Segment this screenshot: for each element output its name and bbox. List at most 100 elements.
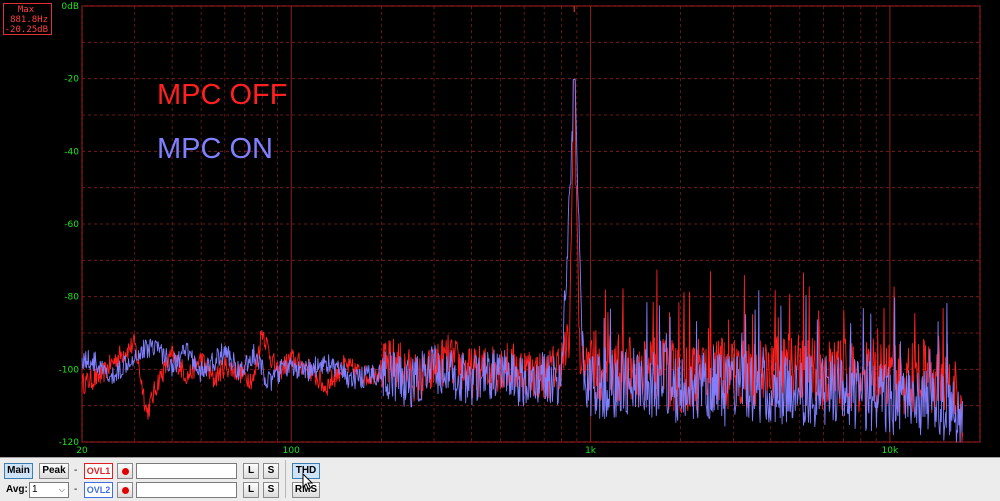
- mpc-on-point: [624, 380, 625, 381]
- mpc-on-point: [224, 351, 225, 352]
- mpc-on-point: [561, 380, 562, 381]
- mpc-on-point: [94, 361, 95, 362]
- mpc-on-point: [352, 380, 353, 381]
- mpc-on-point: [962, 434, 963, 435]
- ovl1-record-button[interactable]: [117, 463, 133, 479]
- y-tick-label: -20: [64, 75, 79, 85]
- legend-mpc-off: MPC OFF: [157, 79, 288, 111]
- y-tick-label: -80: [64, 293, 79, 303]
- peak-button[interactable]: Peak: [39, 463, 69, 479]
- avg-select-value: 1: [32, 484, 38, 495]
- mpc-on-point: [253, 354, 254, 355]
- ovl1-name-field[interactable]: [136, 463, 237, 479]
- mpc-on-point: [583, 380, 584, 381]
- mpc-on-point: [651, 383, 652, 384]
- row1-dash: -: [74, 465, 78, 476]
- y-tick-label: 0dB: [61, 2, 79, 12]
- ovl2-name-field[interactable]: [136, 482, 237, 498]
- ovl1-load-button[interactable]: L: [243, 463, 259, 479]
- ovl2-button[interactable]: OVL2: [84, 482, 113, 498]
- toolbar-separator: [285, 460, 286, 498]
- mpc-off-point: [579, 358, 580, 359]
- bottom-toolbar: Main Peak - OVL1 L S Avg: 1 ⌵ - OVL2 L S…: [0, 457, 1000, 501]
- x-tick-label: 20: [76, 446, 88, 456]
- x-tick-label: 1k: [585, 446, 597, 456]
- mpc-off-point: [471, 372, 472, 373]
- mpc-on-point: [303, 372, 304, 373]
- mpc-off-point: [172, 354, 173, 355]
- mpc-off-point: [770, 369, 771, 370]
- mpc-on-point: [201, 372, 202, 373]
- row2-dash: -: [74, 484, 78, 495]
- peak-readout-box: Max 881.8Hz -20.25dB: [3, 3, 52, 35]
- y-tick-label: -60: [64, 220, 79, 230]
- mpc-on-point: [500, 372, 501, 373]
- main-button[interactable]: Main: [4, 463, 33, 479]
- record-dot-icon: [122, 487, 129, 494]
- mpc-on-point: [950, 405, 951, 406]
- mpc-on-point: [81, 358, 82, 359]
- mpc-on-point: [823, 391, 824, 392]
- mpc-off-point: [81, 383, 82, 384]
- legend-mpc-on: MPC ON: [157, 133, 273, 165]
- mpc-on-point: [110, 380, 111, 381]
- mpc-on-point: [240, 372, 241, 373]
- mpc-on-point: [544, 376, 545, 377]
- ovl1-save-button[interactable]: S: [263, 463, 279, 479]
- ovl2-save-button[interactable]: S: [263, 482, 279, 498]
- mpc-on-point: [889, 398, 890, 399]
- mpc-on-point: [410, 383, 411, 384]
- ovl2-record-button[interactable]: [117, 482, 133, 498]
- mpc-off-point: [262, 329, 263, 330]
- mpc-on-point: [187, 351, 188, 352]
- mpc-off-point: [524, 369, 525, 370]
- mpc-on-point: [284, 365, 285, 366]
- mpc-off-point: [224, 365, 225, 366]
- avg-select[interactable]: 1 ⌵: [29, 482, 69, 498]
- mpc-off-point: [134, 343, 135, 344]
- mpc-off-point: [187, 376, 188, 377]
- mpc-on-point: [680, 387, 681, 388]
- mpc-on-point: [433, 369, 434, 370]
- mpc-on-point: [125, 361, 126, 362]
- mpc-off-point: [950, 380, 951, 381]
- mpc-off-point: [201, 358, 202, 359]
- mpc-on-point: [381, 372, 382, 373]
- mpc-on-point: [172, 365, 173, 366]
- peak-readout-label: Max: [17, 5, 35, 15]
- mpc-off-point: [213, 380, 214, 381]
- mpc-on-point: [574, 79, 575, 80]
- y-tick-label: -100: [59, 365, 80, 375]
- mpc-on-point: [923, 401, 924, 402]
- ovl1-button[interactable]: OVL1: [84, 463, 113, 479]
- peak-readout-freq: 881.8Hz: [10, 15, 48, 25]
- mpc-off-point: [569, 340, 570, 341]
- mpc-off-point: [269, 354, 270, 355]
- mpc-on-point: [733, 391, 734, 392]
- mpc-on-point: [860, 394, 861, 395]
- mpc-off-point: [643, 372, 644, 373]
- mouse-cursor-icon: [302, 473, 314, 490]
- mpc-off-point: [100, 376, 101, 377]
- spectrum-svg[interactable]: 0dB-20-40-60-80-100-12020 100 1k 10k: [0, 0, 1000, 457]
- avg-label: Avg:: [6, 484, 28, 495]
- mpc-on-point: [524, 383, 525, 384]
- mpc-off-point: [325, 387, 326, 388]
- mpc-off-point: [420, 380, 421, 381]
- analyzer-window: 0dB -20 -40 -60 -80 -100 -120 20 100 1k 10k Max 88…: [0, 0, 1000, 501]
- mpc-on-point: [325, 361, 326, 362]
- x-tick-label: 10k: [882, 446, 899, 456]
- mpc-off-point: [253, 380, 254, 381]
- mpc-on-point: [213, 361, 214, 362]
- y-tick-label: -40: [64, 147, 79, 157]
- mpc-on-point: [471, 380, 472, 381]
- mpc-on-point: [770, 387, 771, 388]
- mpc-off-point: [614, 369, 615, 370]
- mpc-on-point: [590, 383, 591, 384]
- record-dot-icon: [122, 468, 129, 475]
- ovl2-load-button[interactable]: L: [243, 482, 259, 498]
- mpc-on-point: [269, 383, 270, 384]
- chevron-down-icon: ⌵: [58, 485, 65, 494]
- mpc-off-point: [116, 358, 117, 359]
- spectrum-plot[interactable]: 0dB -20 -40 -60 -80 -100 -120 20 100 1k 10k Max 88…: [0, 0, 1000, 457]
